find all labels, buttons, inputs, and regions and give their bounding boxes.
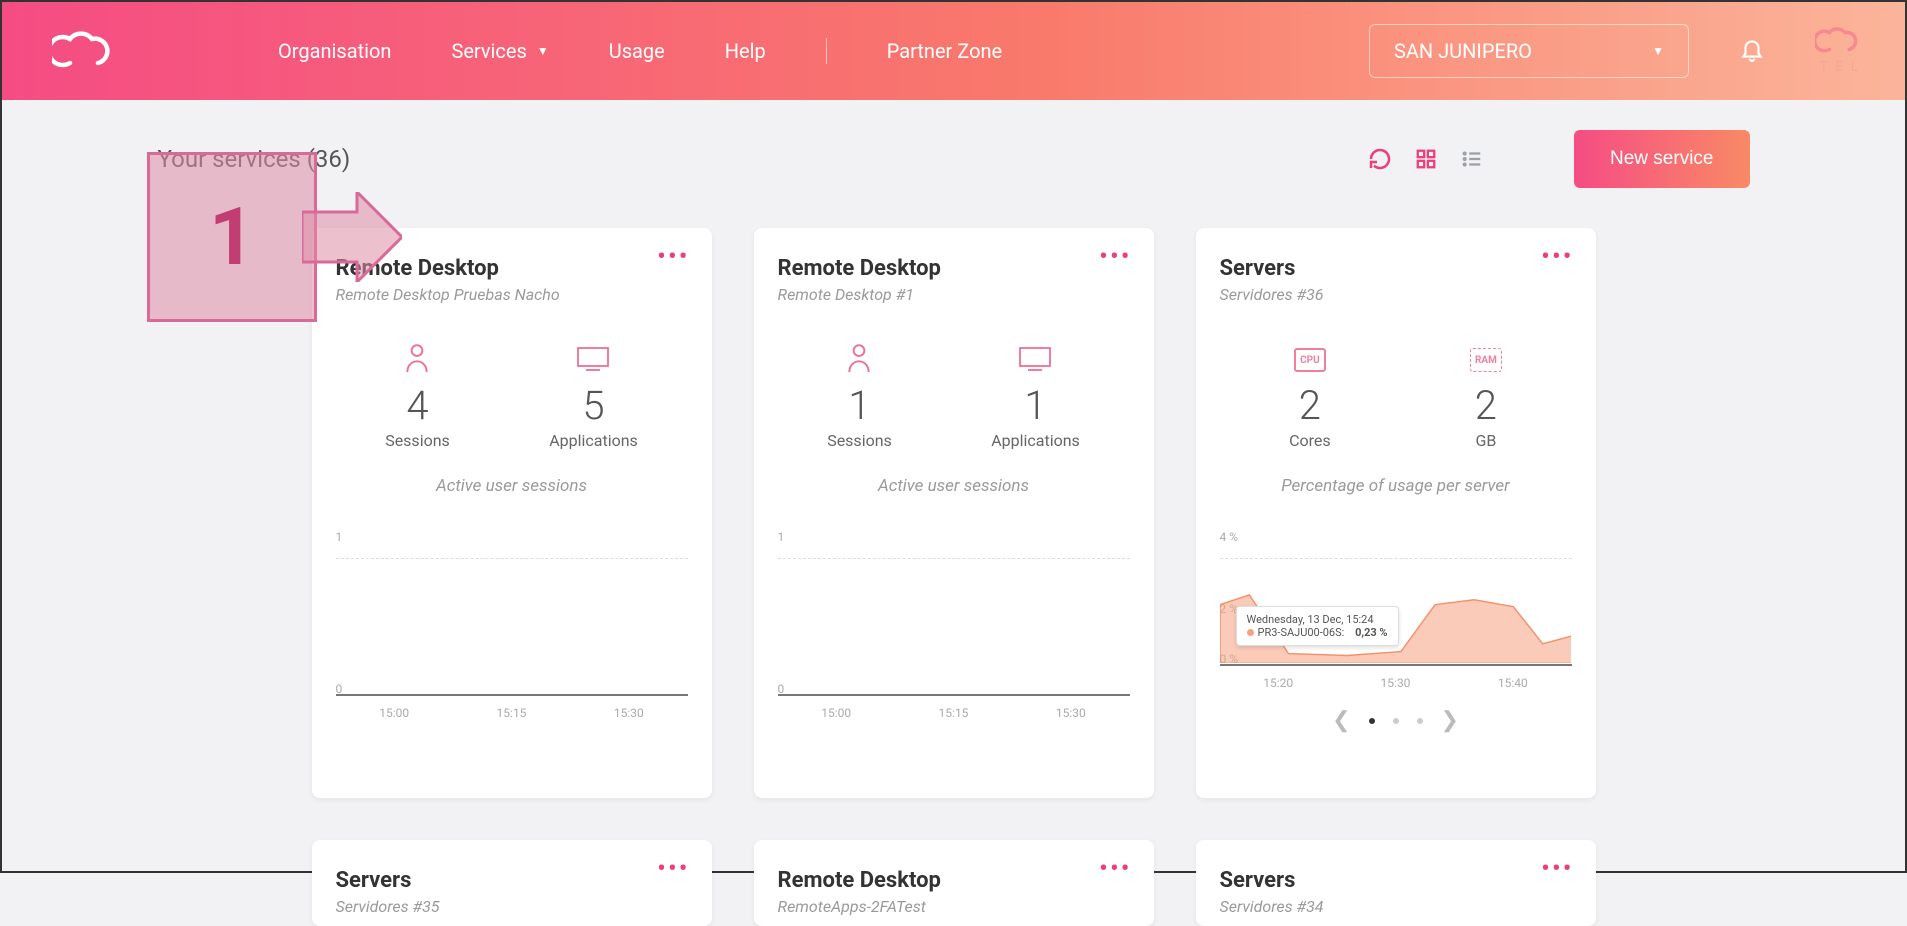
pager-dot[interactable] (1369, 718, 1375, 724)
metric-sessions: 4 Sessions (385, 342, 450, 450)
card-subtitle: Remote Desktop Pruebas Nacho (336, 285, 688, 304)
nav-help[interactable]: Help (725, 39, 766, 63)
toolbar: Your services (36) New service (144, 130, 1764, 188)
card-servers-35[interactable]: ••• Servers Servidores #35 (312, 840, 712, 926)
card-subtitle: RemoteApps-2FATest (778, 897, 1130, 916)
metrics-row: 4 Sessions 5 Applications (336, 342, 688, 450)
card-remote-desktop-pruebas[interactable]: ••• Remote Desktop Remote Desktop Prueba… (312, 228, 712, 798)
header-right: SAN JUNIPERO ▼ T E L (1369, 24, 1865, 78)
nav-usage[interactable]: Usage (609, 39, 665, 63)
new-service-button[interactable]: New service (1574, 130, 1749, 188)
status-text: Percentage of usage per server (1220, 476, 1572, 496)
chevron-left-icon[interactable]: ❮ (1332, 708, 1350, 733)
nav-divider (826, 38, 827, 64)
caret-down-icon: ▼ (537, 44, 549, 58)
page-title: Your services (36) (158, 145, 351, 173)
card-servers-36[interactable]: ••• Servers Servidores #36 CPU 2 Cores R… (1196, 228, 1596, 798)
status-text: Active user sessions (778, 476, 1130, 496)
logo-icon (52, 31, 118, 71)
ram-icon: RAM (1470, 342, 1502, 372)
nav-partner[interactable]: Partner Zone (887, 39, 1002, 63)
cpu-icon: CPU (1289, 342, 1331, 372)
card-remoteapps-2fatest[interactable]: ••• Remote Desktop RemoteApps-2FATest (754, 840, 1154, 926)
card-title: Remote Desktop (778, 868, 1130, 893)
app-header: Organisation Services▼ Usage Help Partne… (2, 2, 1905, 100)
chart-area: 1 0 15:00 15:15 15:30 (778, 530, 1130, 720)
org-selected-label: SAN JUNIPERO (1394, 39, 1532, 63)
page-content: Your services (36) New service ••• Remot… (144, 100, 1764, 926)
nav-organisation[interactable]: Organisation (278, 39, 391, 63)
card-remote-desktop-1[interactable]: ••• Remote Desktop Remote Desktop #1 1 S… (754, 228, 1154, 798)
card-subtitle: Remote Desktop #1 (778, 285, 1130, 304)
card-title: Remote Desktop (336, 256, 688, 281)
nav-services[interactable]: Services▼ (451, 39, 548, 63)
card-title: Servers (336, 868, 688, 893)
card-servers-34[interactable]: ••• Servers Servidores #34 (1196, 840, 1596, 926)
chevron-right-icon[interactable]: ❯ (1441, 708, 1459, 733)
chart-area: 4 % 2 % 0 % Wednesday, 13 Dec, 15:24 PR3… (1220, 530, 1572, 733)
card-title: Remote Desktop (778, 256, 1130, 281)
card-title: Servers (1220, 256, 1572, 281)
org-selector[interactable]: SAN JUNIPERO ▼ (1369, 24, 1689, 78)
chart-area: 1 0 15:00 15:15 15:30 (336, 530, 688, 720)
pager-dot[interactable] (1393, 718, 1399, 724)
card-menu-icon[interactable]: ••• (1099, 252, 1131, 262)
card-menu-icon[interactable]: ••• (657, 252, 689, 262)
caret-down-icon: ▼ (1652, 44, 1664, 58)
user-icon (827, 342, 892, 372)
main-nav: Organisation Services▼ Usage Help Partne… (278, 38, 1002, 64)
monitor-icon (991, 342, 1080, 372)
metric-ram: RAM 2 GB (1470, 342, 1502, 450)
card-menu-icon[interactable]: ••• (1541, 252, 1573, 262)
chart-tooltip: Wednesday, 13 Dec, 15:24 PR3-SAJU00-06S:… (1236, 606, 1399, 646)
card-subtitle: Servidores #34 (1220, 897, 1572, 916)
grid-view-icon[interactable] (1412, 145, 1440, 173)
user-icon (385, 342, 450, 372)
chart-pager: ❮ ❯ (1220, 708, 1572, 733)
card-subtitle: Servidores #36 (1220, 285, 1572, 304)
status-text: Active user sessions (336, 476, 688, 496)
pager-dot[interactable] (1417, 718, 1423, 724)
brand-mark: T E L (1815, 27, 1865, 75)
card-subtitle: Servidores #35 (336, 897, 688, 916)
notifications-icon[interactable] (1739, 35, 1765, 67)
metric-cores: CPU 2 Cores (1289, 342, 1331, 450)
monitor-icon (549, 342, 638, 372)
refresh-icon[interactable] (1366, 145, 1394, 173)
list-view-icon[interactable] (1458, 145, 1486, 173)
metric-sessions: 1 Sessions (827, 342, 892, 450)
toolbar-actions: New service (1366, 130, 1749, 188)
metric-applications: 1 Applications (991, 342, 1080, 450)
metric-applications: 5 Applications (549, 342, 638, 450)
cards-grid: ••• Remote Desktop Remote Desktop Prueba… (144, 228, 1764, 926)
card-title: Servers (1220, 868, 1572, 893)
